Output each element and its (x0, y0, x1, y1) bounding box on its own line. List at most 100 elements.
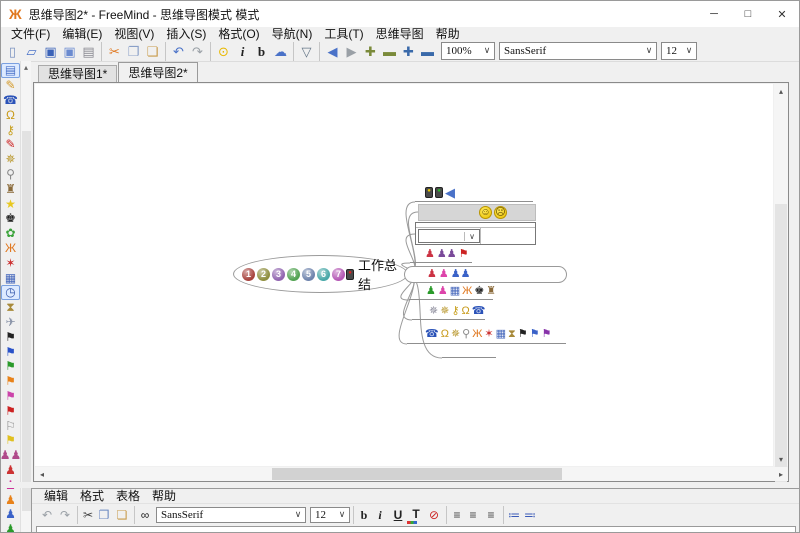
flag-orange-icon[interactable]: ⚑ (1, 374, 20, 389)
flag-yellow-icon[interactable]: ⚑ (1, 433, 20, 448)
zoom-in-icon[interactable]: ✚ (399, 42, 418, 61)
bell-icon[interactable]: Ω (1, 107, 20, 122)
scroll-up-icon[interactable]: ▴ (774, 84, 788, 98)
group-icon[interactable]: ♟♟ (1, 448, 20, 463)
menu-item[interactable]: 格式 (74, 489, 110, 503)
star-person-icon[interactable]: ✶ (1, 255, 20, 270)
map-tab[interactable]: 思维导图2* (118, 62, 197, 82)
node-tools[interactable]: ✵✵⚷Ω☎ (412, 303, 485, 320)
undo-icon[interactable]: ↶ (165, 42, 188, 61)
statue-icon[interactable]: ♜ (1, 181, 20, 196)
flag-green-icon[interactable]: ⚑ (1, 359, 20, 374)
person-orange-icon[interactable]: ♟ (1, 492, 20, 507)
paste-icon[interactable]: ❏ (143, 42, 162, 61)
horizontal-scroll-thumb[interactable] (272, 468, 562, 480)
menu-item[interactable]: 插入(S) (160, 27, 212, 41)
person-blue-icon[interactable]: ♟ (1, 507, 20, 522)
flag-pink-icon[interactable]: ⚑ (1, 389, 20, 404)
remove-format-icon[interactable]: ⊘ (425, 506, 443, 524)
find-icon[interactable]: ∞ (134, 506, 152, 524)
root-node[interactable]: 1234567 ● 工作总结 (233, 255, 408, 293)
maximize-button[interactable]: □ (731, 1, 765, 27)
filter-icon[interactable]: ▽ (293, 42, 316, 61)
menu-item[interactable]: 思维导图 (370, 27, 430, 41)
bullet-list-icon[interactable]: ≔ (503, 506, 521, 524)
node-people-misc[interactable]: ♟♟▦Ж♚♜ (409, 283, 493, 300)
print-icon[interactable]: ▤ (79, 42, 98, 61)
collapse-icon[interactable]: ▬ (380, 42, 399, 61)
note-font-size-select[interactable]: 12 ∨ (310, 507, 350, 523)
node-selected-smileys[interactable]: ☺☹ (418, 204, 536, 221)
calendar-icon[interactable]: ▦ (1, 270, 20, 285)
open-icon[interactable]: ▱ (22, 42, 41, 61)
magnifier-icon[interactable]: ⚲ (1, 167, 20, 182)
node-empty[interactable] (442, 350, 496, 358)
butterfly-icon[interactable]: Ж (1, 241, 20, 256)
note-font-family-select[interactable]: SansSerif ∨ (156, 507, 306, 523)
magic-wand-icon[interactable]: ✵ (1, 152, 20, 167)
pencil-icon[interactable]: ✎ (1, 78, 20, 93)
key-icon[interactable]: ⚷ (1, 122, 20, 137)
flag-red-icon[interactable]: ⚑ (1, 403, 20, 418)
sidebar-scrollbar[interactable]: ▴ (20, 61, 31, 533)
italic-icon[interactable]: i (371, 506, 389, 524)
paste-icon[interactable]: ❏ (113, 506, 131, 524)
copy-icon[interactable]: ❐ (95, 506, 113, 524)
map-horizontal-scrollbar[interactable]: ◂ ▸ (35, 467, 788, 481)
menu-item[interactable]: 帮助 (430, 27, 466, 41)
close-button[interactable]: ✕ (765, 1, 799, 27)
node-traffic-arrows[interactable]: ●●◀ (415, 183, 533, 202)
menu-item[interactable]: 工具(T) (318, 27, 369, 41)
redo-icon[interactable]: ↷ (188, 42, 207, 61)
bold-icon[interactable]: b (353, 506, 371, 524)
save-as-icon[interactable]: ▣ (60, 42, 79, 61)
cut-icon[interactable]: ✂ (77, 506, 95, 524)
map-tab[interactable]: 思维导图1* (38, 65, 117, 82)
forward-icon[interactable]: ▶ (342, 42, 361, 61)
edit-combobox[interactable]: ∨ (418, 229, 480, 243)
menu-item[interactable]: 视图(V) (108, 27, 160, 41)
redo-icon[interactable]: ↷ (56, 506, 74, 524)
idea-icon[interactable]: ⊙ (210, 42, 233, 61)
zoom-select[interactable]: 100% ∨ (441, 42, 495, 60)
hourglass-icon[interactable]: ⧗ (1, 300, 20, 315)
flower-icon[interactable]: ✿ (1, 226, 20, 241)
undo-icon[interactable]: ↶ (38, 506, 56, 524)
scroll-right-icon[interactable]: ▸ (774, 467, 788, 481)
note-icon[interactable]: ▤ (1, 63, 20, 78)
back-icon[interactable]: ◀ (319, 42, 342, 61)
scroll-down-icon[interactable]: ▾ (774, 452, 788, 466)
menu-item[interactable]: 帮助 (146, 489, 182, 503)
menu-item[interactable]: 表格 (110, 489, 146, 503)
map-vertical-scrollbar[interactable]: ▴ ▾ (774, 84, 788, 466)
italic-icon[interactable]: i (233, 42, 252, 61)
align-center-icon[interactable]: ≡ (464, 506, 482, 524)
menu-item[interactable]: 格式(O) (212, 27, 265, 41)
font-family-select[interactable]: SansSerif ∨ (499, 42, 657, 60)
person-green-icon[interactable]: ♟ (1, 522, 20, 533)
edit-text-field[interactable] (480, 228, 535, 244)
text-color-icon[interactable]: T (407, 506, 425, 524)
font-size-select[interactable]: 12 ∨ (661, 42, 697, 60)
node-editing[interactable]: ∨ (415, 222, 536, 245)
flag-white-icon[interactable]: ⚐ (1, 418, 20, 433)
minimize-button[interactable]: ─ (697, 1, 731, 27)
rocket-icon[interactable]: ✈ (1, 315, 20, 330)
person-red-icon[interactable]: ♟ (1, 463, 20, 478)
scroll-up-icon[interactable]: ▴ (21, 61, 31, 73)
note-edit-area[interactable] (36, 526, 796, 533)
numbered-list-icon[interactable]: ≕ (521, 506, 539, 524)
map-canvas[interactable]: 1234567 ● 工作总结 ●●◀ ☺☹ ∨ (35, 84, 773, 466)
new-icon[interactable]: ▯ (3, 42, 22, 61)
node-team[interactable]: ♟♟♟♟ (404, 266, 567, 283)
menu-item[interactable]: 编辑 (38, 489, 74, 503)
scroll-left-icon[interactable]: ◂ (35, 467, 49, 481)
underline-icon[interactable]: U (389, 506, 407, 524)
cloud-icon[interactable]: ☁ (271, 42, 290, 61)
menu-item[interactable]: 编辑(E) (56, 27, 108, 41)
sidebar-scroll-thumb[interactable] (22, 131, 31, 511)
star-icon[interactable]: ★ (1, 196, 20, 211)
copy-icon[interactable]: ❐ (124, 42, 143, 61)
save-icon[interactable]: ▣ (41, 42, 60, 61)
flag-black-icon[interactable]: ⚑ (1, 329, 20, 344)
